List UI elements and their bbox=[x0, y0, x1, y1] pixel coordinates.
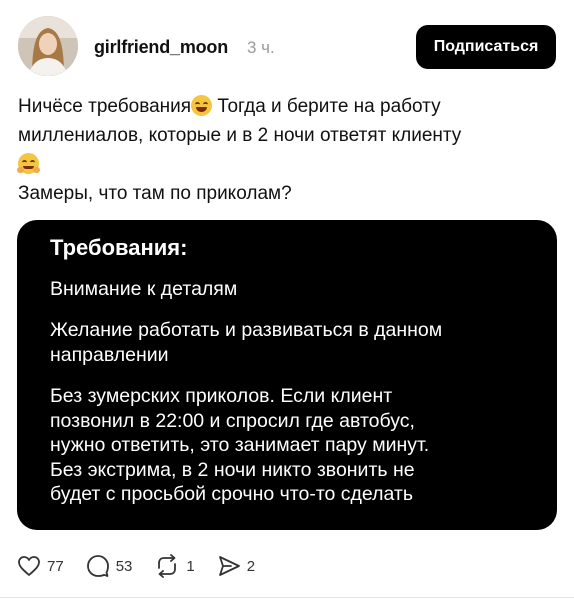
follow-button[interactable]: Подписаться bbox=[416, 25, 556, 69]
requirement-item: Желание работать и развиваться в данном … bbox=[50, 318, 530, 367]
requirement-item: Внимание к деталям bbox=[50, 277, 530, 302]
send-icon bbox=[218, 556, 240, 576]
post-text-fragment: Ничёсе требования bbox=[18, 96, 192, 117]
share-button[interactable]: 2 bbox=[217, 554, 255, 578]
post-body: Ничёсе требования Тогда и берите на рабо… bbox=[17, 92, 548, 208]
requirement-line: нужно ответить, это занимает пару минут. bbox=[50, 434, 430, 456]
face-with-tears-of-joy-icon bbox=[191, 95, 213, 116]
avatar[interactable] bbox=[18, 16, 78, 76]
card-title: Требования: bbox=[50, 235, 188, 260]
hugging-face-icon bbox=[17, 153, 40, 174]
share-count: 2 bbox=[246, 557, 256, 575]
post-text-fragment: Тогда и берите на работу bbox=[212, 96, 441, 117]
post-text-line: Ничёсе требования Тогда и берите на рабо… bbox=[18, 92, 548, 121]
requirement-line: Без экстрима, в 2 ночи никто звонить не bbox=[50, 458, 415, 481]
like-count: 77 bbox=[47, 557, 64, 575]
requirement-line: Без зумерских приколов. Если клиент bbox=[50, 385, 393, 407]
comment-button[interactable]: 53 bbox=[86, 554, 133, 578]
comment-icon bbox=[86, 555, 109, 577]
requirement-line: направлении bbox=[50, 343, 169, 366]
like-button[interactable]: 77 bbox=[17, 555, 64, 577]
requirement-line: Внимание к деталям bbox=[50, 278, 238, 300]
comment-count: 53 bbox=[115, 557, 133, 575]
repost-count: 1 bbox=[186, 557, 195, 575]
avatar-image bbox=[18, 16, 78, 76]
requirements-card[interactable]: Требования: Внимание к деталям Желание р… bbox=[17, 220, 557, 530]
heart-icon bbox=[18, 556, 40, 576]
repost-button[interactable]: 1 bbox=[154, 554, 195, 578]
post-text-line bbox=[17, 150, 548, 179]
requirement-line: будет с просьбой срочно что-то сделать bbox=[50, 483, 414, 505]
divider bbox=[0, 597, 574, 598]
post-text-line: миллениалов, которые и в 2 ночи ответят … bbox=[18, 125, 462, 146]
requirement-line: Желание работать и развиваться в данном bbox=[50, 319, 443, 341]
requirement-item: Без зумерских приколов. Если клиент позв… bbox=[50, 384, 530, 507]
repost-icon bbox=[158, 554, 177, 578]
post-timestamp: 3 ч. bbox=[247, 38, 275, 57]
post-actions: 77 53 1 2 bbox=[17, 552, 277, 580]
post-text-line: Замеры, что там по приколам? bbox=[18, 183, 292, 204]
requirement-line: позвонил в 22:00 и спросил где автобус, bbox=[50, 409, 415, 432]
post-header: girlfriend_moon 3 ч. Подписаться bbox=[18, 14, 556, 78]
author-username[interactable]: girlfriend_moon bbox=[94, 37, 228, 58]
